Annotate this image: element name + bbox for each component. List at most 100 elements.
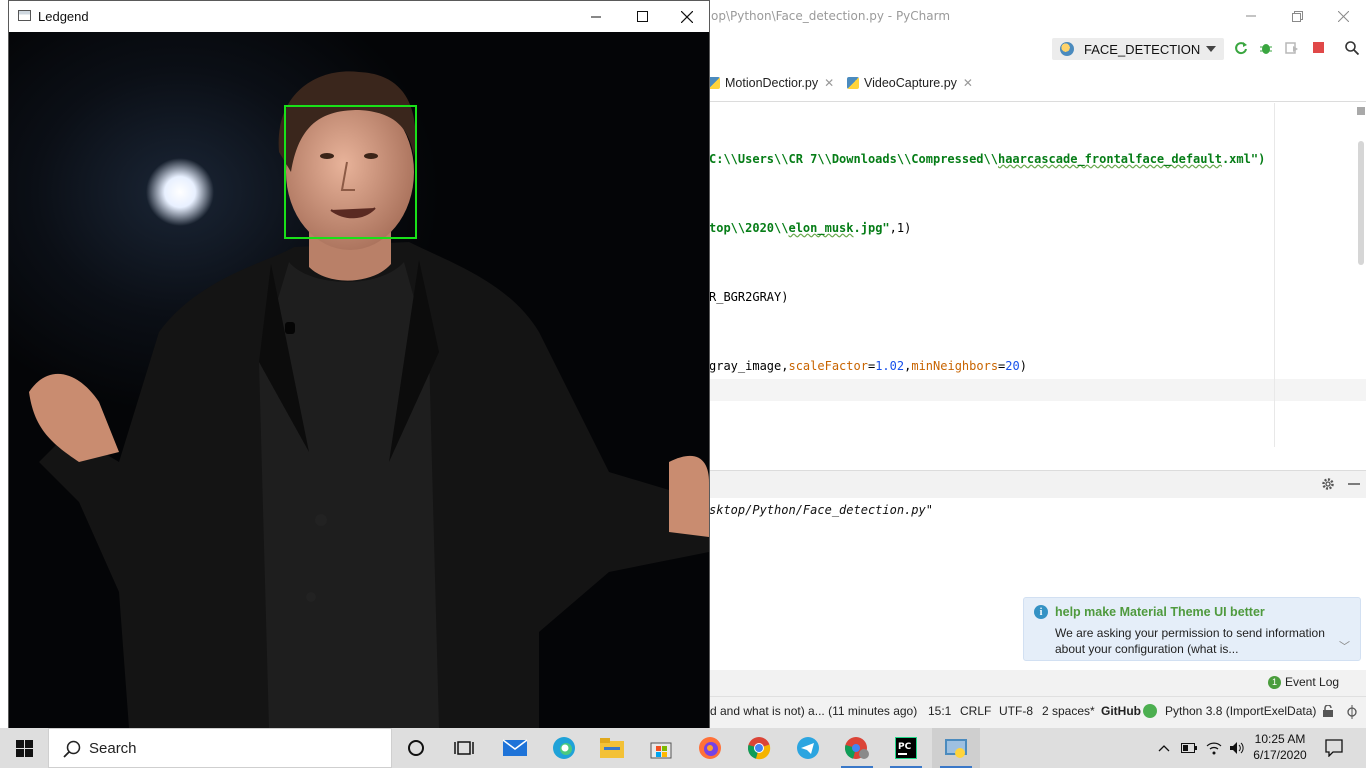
- task-view-icon: [454, 741, 474, 755]
- rerun-button[interactable]: [1234, 41, 1248, 55]
- lock-button[interactable]: [1322, 704, 1334, 720]
- github-status-icon[interactable]: [1143, 704, 1157, 718]
- system-clock[interactable]: 10:25 AM 6/17/2020: [1250, 731, 1310, 763]
- tab-motion-dectior[interactable]: MotionDectior.py ✕: [708, 76, 834, 90]
- taskbar-search-box[interactable]: Search: [48, 728, 392, 768]
- search-icon: [63, 740, 81, 758]
- battery-button[interactable]: [1181, 740, 1197, 756]
- face-detection-box: [284, 105, 417, 239]
- event-log-button[interactable]: 1 Event Log: [1268, 675, 1339, 689]
- cortana-icon: [408, 740, 424, 756]
- lock-icon: [1323, 704, 1333, 717]
- chevron-down-icon: [1206, 46, 1216, 52]
- tool-window-stripe: 1 Event Log: [700, 670, 1366, 696]
- network-button[interactable]: [1206, 740, 1222, 756]
- search-icon: [1345, 41, 1359, 55]
- python-app-button[interactable]: [932, 728, 980, 768]
- pycharm-app-button[interactable]: PC: [882, 728, 930, 768]
- rerun-icon: [1235, 42, 1247, 55]
- opencv-window-title: Ledgend: [38, 9, 89, 24]
- pycharm-restore-button[interactable]: [1274, 0, 1320, 32]
- code-line-cvtcolor: R_BGR2GRAY): [709, 290, 788, 304]
- run-tool-window-header: [700, 470, 1366, 498]
- inspector-button[interactable]: [1345, 705, 1359, 722]
- status-bar: d and what is not) a... (11 minutes ago)…: [700, 696, 1366, 728]
- string-literal: C:\\Users\\CR 7\\Downloads\\Compressed\\: [709, 152, 998, 166]
- maximize-icon: [636, 11, 648, 22]
- code-text: gray_image,: [709, 359, 789, 373]
- python-file-icon: [847, 77, 859, 89]
- start-button[interactable]: [0, 728, 48, 768]
- svg-text:PC: PC: [898, 742, 912, 752]
- editor-scrollbar[interactable]: [1358, 141, 1364, 265]
- task-view-button[interactable]: [440, 728, 488, 768]
- code-editor[interactable]: C:\\Users\\CR 7\\Downloads\\Compressed\\…: [700, 103, 1366, 447]
- stop-icon: [1313, 42, 1324, 53]
- tab-label: VideoCapture.py: [864, 76, 957, 90]
- opencv-titlebar[interactable]: Ledgend: [9, 1, 709, 32]
- inspection-status-icon[interactable]: [1357, 107, 1365, 115]
- cortana-button[interactable]: [392, 728, 440, 768]
- mail-app-button[interactable]: [491, 728, 539, 768]
- coverage-button[interactable]: [1285, 41, 1299, 55]
- battery-icon: [1181, 743, 1197, 753]
- notification-body: We are asking your permission to send in…: [1055, 626, 1325, 656]
- run-settings-button[interactable]: [1321, 477, 1335, 494]
- keyword-arg: scaleFactor: [788, 359, 868, 373]
- search-everywhere-button[interactable]: [1345, 41, 1359, 55]
- debug-button[interactable]: [1259, 41, 1273, 55]
- store-app-button[interactable]: [637, 728, 685, 768]
- info-icon: i: [1034, 605, 1048, 619]
- chrome-profile-app-button[interactable]: [833, 728, 881, 768]
- firefox-icon: [699, 737, 721, 759]
- edge-app-button[interactable]: [540, 728, 588, 768]
- minimize-icon: [591, 16, 601, 17]
- show-hidden-icons-button[interactable]: [1156, 740, 1172, 756]
- pycharm-icon: PC: [895, 737, 917, 759]
- github-label[interactable]: GitHub: [1101, 704, 1141, 718]
- tab-video-capture[interactable]: VideoCapture.py ✕: [847, 76, 973, 90]
- run-configuration-dropdown[interactable]: FACE_DETECTION: [1052, 38, 1224, 60]
- opencv-maximize-button[interactable]: [619, 1, 665, 32]
- bug-icon: [1260, 44, 1272, 54]
- python-interpreter[interactable]: Python 3.8 (ImportExelData): [1165, 704, 1316, 718]
- right-margin-guide: [1274, 103, 1275, 447]
- opencv-minimize-button[interactable]: [573, 1, 619, 32]
- python-config-icon: [1060, 42, 1074, 56]
- notification-icon: [1325, 739, 1343, 757]
- chrome-icon: [748, 737, 771, 760]
- action-center-button[interactable]: [1325, 739, 1343, 757]
- coverage-icon: [1285, 42, 1298, 54]
- file-encoding[interactable]: UTF-8: [999, 704, 1033, 718]
- caret-position[interactable]: 15:1: [928, 704, 951, 718]
- firefox-app-button[interactable]: [686, 728, 734, 768]
- telegram-app-button[interactable]: [784, 728, 832, 768]
- opencv-close-button[interactable]: [664, 1, 710, 32]
- event-log-label: Event Log: [1285, 675, 1340, 689]
- code-line-cascade: C:\\Users\\CR 7\\Downloads\\Compressed\\…: [709, 152, 1265, 166]
- restore-icon: [1291, 10, 1303, 22]
- mail-icon: [503, 739, 527, 756]
- pycharm-minimize-button[interactable]: [1228, 0, 1274, 32]
- code-text: R_BGR2GRAY): [709, 290, 789, 304]
- inspector-icon: [1347, 705, 1357, 719]
- close-tab-icon[interactable]: ✕: [963, 76, 973, 90]
- volume-button[interactable]: [1229, 740, 1245, 756]
- hide-tool-window-button[interactable]: [1348, 477, 1360, 494]
- file-explorer-button[interactable]: [588, 728, 636, 768]
- python-icon: [945, 739, 967, 758]
- status-message[interactable]: d and what is not) a... (11 minutes ago): [710, 704, 917, 718]
- close-tab-icon[interactable]: ✕: [824, 76, 834, 90]
- detected-face-photo: [9, 32, 709, 728]
- material-theme-notification[interactable]: i help make Material Theme UI better We …: [1023, 597, 1361, 661]
- clock-time: 10:25 AM: [1254, 732, 1306, 746]
- indent-setting[interactable]: 2 spaces*: [1042, 704, 1095, 718]
- wifi-icon: [1206, 742, 1222, 755]
- notification-title[interactable]: help make Material Theme UI better: [1055, 605, 1265, 619]
- line-separator[interactable]: CRLF: [960, 704, 991, 718]
- chevron-down-icon[interactable]: ﹀: [1339, 638, 1350, 654]
- chrome-app-button[interactable]: [735, 728, 783, 768]
- stop-button[interactable]: [1312, 41, 1326, 55]
- window-app-icon: [18, 10, 31, 21]
- pycharm-close-button[interactable]: [1320, 0, 1366, 32]
